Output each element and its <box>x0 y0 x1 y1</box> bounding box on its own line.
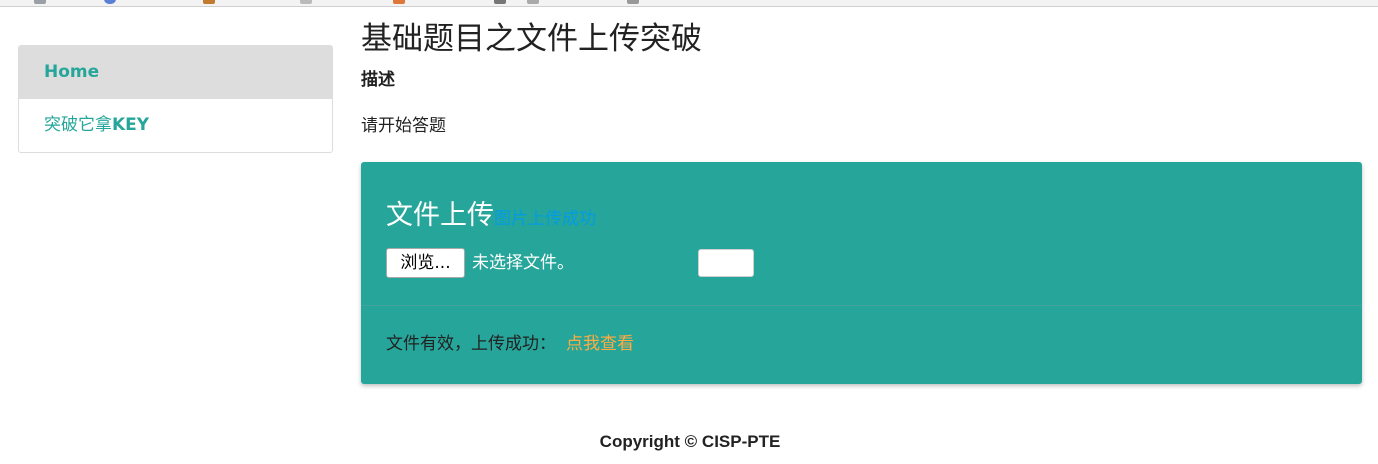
sidebar-nav: Home 突破它拿KEY <box>18 45 333 153</box>
bookmark-icon[interactable] <box>300 0 312 4</box>
sidebar-item-home[interactable]: Home <box>19 46 332 99</box>
sidebar-item-label-key: KEY <box>112 115 150 135</box>
upload-card: 文件上传图片上传成功 浏览... 未选择文件。 文件有效，上传成功： 点我查看 <box>361 162 1362 384</box>
browser-bookmark-bar <box>0 0 1378 7</box>
card-title: 文件上传图片上传成功 <box>386 198 596 237</box>
bookmark-icon[interactable] <box>104 0 116 4</box>
no-file-selected-text: 未选择文件。 <box>472 253 574 273</box>
description-heading: 描述 <box>361 70 395 90</box>
view-file-link[interactable]: 点我查看 <box>566 334 634 354</box>
bookmark-icon[interactable] <box>203 0 215 4</box>
copyright-footer: Copyright © CISP-PTE <box>599 432 781 451</box>
bookmark-icon[interactable] <box>34 0 46 4</box>
sidebar-item-label: Home <box>44 62 100 82</box>
upload-status-link[interactable]: 图片上传成功 <box>494 209 596 229</box>
upload-result: 文件有效，上传成功： 点我查看 <box>386 331 634 357</box>
bookmark-icon[interactable] <box>494 0 506 4</box>
main-content: 基础题目之文件上传突破 描述 请开始答题 <box>361 18 1362 138</box>
browse-button[interactable]: 浏览... <box>386 248 465 278</box>
description-text: 请开始答题 <box>361 116 446 136</box>
card-divider <box>361 305 1362 306</box>
bookmark-icon[interactable] <box>393 0 405 4</box>
page-title: 基础题目之文件上传突破 <box>361 21 702 57</box>
sidebar-item-label: 突破它拿 <box>44 115 112 135</box>
bookmark-icon[interactable] <box>627 0 639 4</box>
card-title-text: 文件上传 <box>386 200 494 231</box>
upload-result-text: 文件有效，上传成功： <box>386 334 556 354</box>
sidebar-item-get-key[interactable]: 突破它拿KEY <box>19 99 332 152</box>
bookmark-icon[interactable] <box>527 0 539 4</box>
submit-button[interactable] <box>698 249 754 277</box>
